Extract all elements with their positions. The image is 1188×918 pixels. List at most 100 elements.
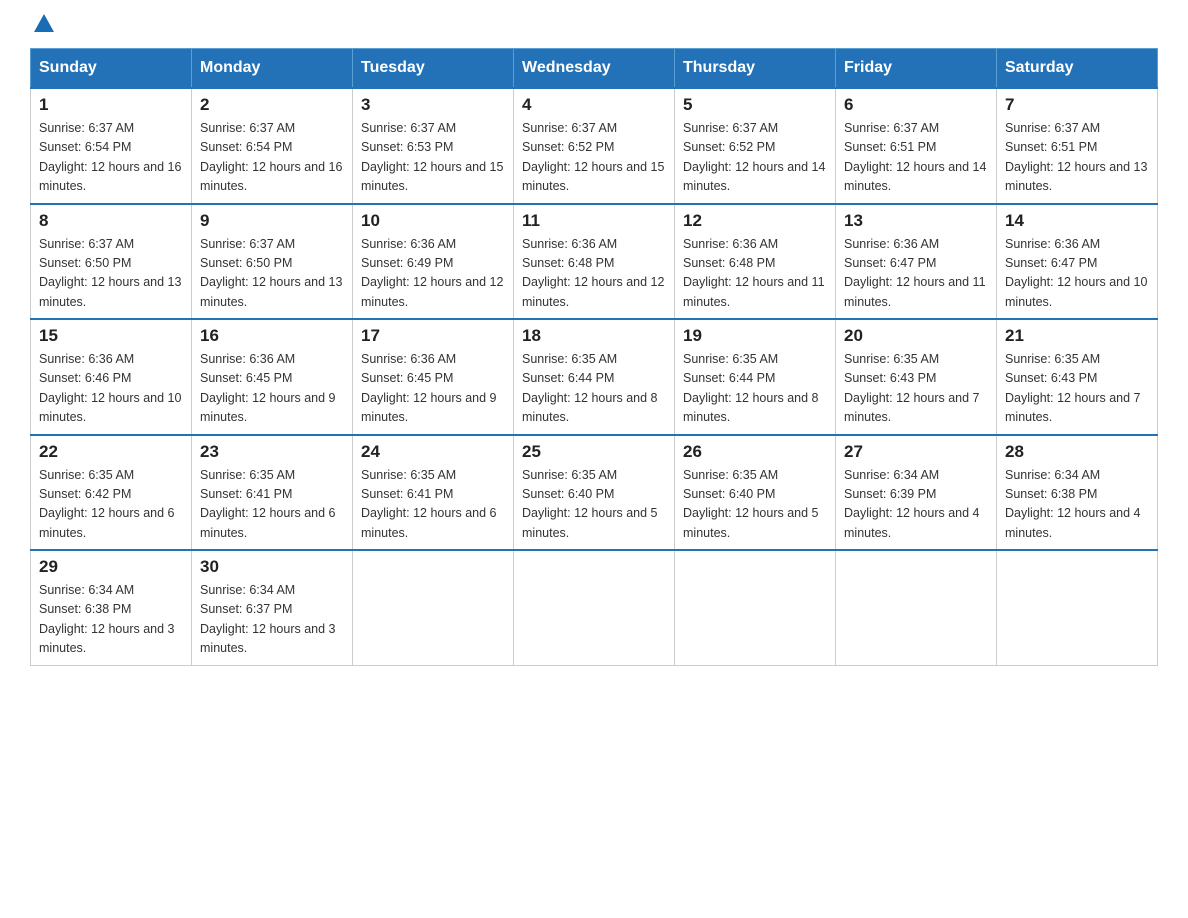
calendar-cell: 15Sunrise: 6:36 AMSunset: 6:46 PMDayligh… [31, 319, 192, 435]
calendar-week-3: 15Sunrise: 6:36 AMSunset: 6:46 PMDayligh… [31, 319, 1158, 435]
day-number: 29 [39, 557, 183, 577]
calendar-header-sunday: Sunday [31, 49, 192, 89]
calendar-week-5: 29 Sunrise: 6:34 AMSunset: 6:38 PMDayligh… [31, 550, 1158, 665]
day-info: Sunrise: 6:37 AMSunset: 6:51 PMDaylight:… [844, 119, 988, 197]
day-info: Sunrise: 6:35 AMSunset: 6:43 PMDaylight:… [1005, 350, 1149, 428]
day-number: 20 [844, 326, 988, 346]
logo-text [30, 20, 56, 32]
day-info: Sunrise: 6:34 AMSunset: 6:39 PMDaylight:… [844, 466, 988, 544]
calendar-week-2: 8 Sunrise: 6:37 AMSunset: 6:50 PMDaylight… [31, 204, 1158, 320]
day-info: Sunrise: 6:37 AMSunset: 6:54 PMDaylight:… [200, 119, 344, 197]
day-number: 11 [522, 211, 666, 231]
day-info: Sunrise: 6:36 AMSunset: 6:49 PMDaylight:… [361, 235, 505, 313]
day-info: Sunrise: 6:34 AMSunset: 6:38 PMDaylight:… [39, 581, 183, 659]
day-number: 3 [361, 95, 505, 115]
calendar-cell: 2 Sunrise: 6:37 AMSunset: 6:54 PMDaylight… [192, 88, 353, 204]
day-number: 5 [683, 95, 827, 115]
calendar-table: SundayMondayTuesdayWednesdayThursdayFrid… [30, 48, 1158, 666]
calendar-cell: 12Sunrise: 6:36 AMSunset: 6:48 PMDayligh… [675, 204, 836, 320]
day-number: 6 [844, 95, 988, 115]
day-number: 27 [844, 442, 988, 462]
calendar-cell: 20 Sunrise: 6:35 AMSunset: 6:43 PMDayligh… [836, 319, 997, 435]
calendar-cell: 18 Sunrise: 6:35 AMSunset: 6:44 PMDayligh… [514, 319, 675, 435]
day-info: Sunrise: 6:35 AMSunset: 6:44 PMDaylight:… [683, 350, 827, 428]
calendar-cell [675, 550, 836, 665]
calendar-cell: 26 Sunrise: 6:35 AMSunset: 6:40 PMDayligh… [675, 435, 836, 551]
day-number: 8 [39, 211, 183, 231]
calendar-cell: 6 Sunrise: 6:37 AMSunset: 6:51 PMDaylight… [836, 88, 997, 204]
day-info: Sunrise: 6:35 AMSunset: 6:44 PMDaylight:… [522, 350, 666, 428]
day-info: Sunrise: 6:37 AMSunset: 6:51 PMDaylight:… [1005, 119, 1149, 197]
day-number: 9 [200, 211, 344, 231]
day-number: 1 [39, 95, 183, 115]
day-number: 26 [683, 442, 827, 462]
calendar-cell: 27 Sunrise: 6:34 AMSunset: 6:39 PMDayligh… [836, 435, 997, 551]
calendar-cell: 24 Sunrise: 6:35 AMSunset: 6:41 PMDayligh… [353, 435, 514, 551]
day-info: Sunrise: 6:36 AMSunset: 6:47 PMDaylight:… [844, 235, 988, 313]
day-info: Sunrise: 6:34 AMSunset: 6:37 PMDaylight:… [200, 581, 344, 659]
day-number: 16 [200, 326, 344, 346]
day-info: Sunrise: 6:36 AMSunset: 6:45 PMDaylight:… [200, 350, 344, 428]
calendar-header-saturday: Saturday [997, 49, 1158, 89]
calendar-cell: 28Sunrise: 6:34 AMSunset: 6:38 PMDayligh… [997, 435, 1158, 551]
calendar-cell: 9 Sunrise: 6:37 AMSunset: 6:50 PMDaylight… [192, 204, 353, 320]
calendar-cell: 11Sunrise: 6:36 AMSunset: 6:48 PMDayligh… [514, 204, 675, 320]
calendar-cell: 8 Sunrise: 6:37 AMSunset: 6:50 PMDaylight… [31, 204, 192, 320]
calendar-cell: 16 Sunrise: 6:36 AMSunset: 6:45 PMDayligh… [192, 319, 353, 435]
day-number: 2 [200, 95, 344, 115]
calendar-cell: 13 Sunrise: 6:36 AMSunset: 6:47 PMDayligh… [836, 204, 997, 320]
day-info: Sunrise: 6:35 AMSunset: 6:41 PMDaylight:… [361, 466, 505, 544]
day-info: Sunrise: 6:36 AMSunset: 6:48 PMDaylight:… [683, 235, 827, 313]
calendar-cell [514, 550, 675, 665]
day-info: Sunrise: 6:36 AMSunset: 6:47 PMDaylight:… [1005, 235, 1149, 313]
calendar-header-row: SundayMondayTuesdayWednesdayThursdayFrid… [31, 49, 1158, 89]
day-number: 30 [200, 557, 344, 577]
calendar-header-thursday: Thursday [675, 49, 836, 89]
calendar-cell: 5 Sunrise: 6:37 AMSunset: 6:52 PMDaylight… [675, 88, 836, 204]
day-number: 22 [39, 442, 183, 462]
calendar-header-friday: Friday [836, 49, 997, 89]
day-number: 14 [1005, 211, 1149, 231]
day-info: Sunrise: 6:37 AMSunset: 6:52 PMDaylight:… [683, 119, 827, 197]
calendar-cell: 30 Sunrise: 6:34 AMSunset: 6:37 PMDayligh… [192, 550, 353, 665]
day-number: 18 [522, 326, 666, 346]
day-info: Sunrise: 6:36 AMSunset: 6:46 PMDaylight:… [39, 350, 183, 428]
calendar-cell: 25 Sunrise: 6:35 AMSunset: 6:40 PMDayligh… [514, 435, 675, 551]
day-info: Sunrise: 6:37 AMSunset: 6:50 PMDaylight:… [39, 235, 183, 313]
calendar-week-4: 22Sunrise: 6:35 AMSunset: 6:42 PMDayligh… [31, 435, 1158, 551]
calendar-cell: 4Sunrise: 6:37 AMSunset: 6:52 PMDaylight… [514, 88, 675, 204]
calendar-header-wednesday: Wednesday [514, 49, 675, 89]
calendar-cell [353, 550, 514, 665]
day-info: Sunrise: 6:37 AMSunset: 6:50 PMDaylight:… [200, 235, 344, 313]
day-number: 10 [361, 211, 505, 231]
day-number: 24 [361, 442, 505, 462]
day-number: 23 [200, 442, 344, 462]
day-number: 7 [1005, 95, 1149, 115]
logo [30, 20, 56, 28]
day-number: 21 [1005, 326, 1149, 346]
calendar-cell: 19 Sunrise: 6:35 AMSunset: 6:44 PMDayligh… [675, 319, 836, 435]
calendar-cell: 22Sunrise: 6:35 AMSunset: 6:42 PMDayligh… [31, 435, 192, 551]
day-info: Sunrise: 6:37 AMSunset: 6:53 PMDaylight:… [361, 119, 505, 197]
day-info: Sunrise: 6:35 AMSunset: 6:41 PMDaylight:… [200, 466, 344, 544]
calendar-cell: 3 Sunrise: 6:37 AMSunset: 6:53 PMDaylight… [353, 88, 514, 204]
calendar-cell [836, 550, 997, 665]
day-number: 19 [683, 326, 827, 346]
calendar-cell [997, 550, 1158, 665]
calendar-cell: 1Sunrise: 6:37 AMSunset: 6:54 PMDaylight… [31, 88, 192, 204]
day-info: Sunrise: 6:36 AMSunset: 6:45 PMDaylight:… [361, 350, 505, 428]
day-info: Sunrise: 6:35 AMSunset: 6:43 PMDaylight:… [844, 350, 988, 428]
page-header [30, 20, 1158, 28]
logo-triangle-icon [34, 14, 54, 32]
day-info: Sunrise: 6:35 AMSunset: 6:40 PMDaylight:… [522, 466, 666, 544]
calendar-cell: 10 Sunrise: 6:36 AMSunset: 6:49 PMDayligh… [353, 204, 514, 320]
day-info: Sunrise: 6:34 AMSunset: 6:38 PMDaylight:… [1005, 466, 1149, 544]
day-info: Sunrise: 6:35 AMSunset: 6:40 PMDaylight:… [683, 466, 827, 544]
calendar-week-1: 1 Sunrise: 6:37 AMSunset: 6:54 PMDaylight… [31, 88, 1158, 204]
day-number: 25 [522, 442, 666, 462]
calendar-cell: 14 Sunrise: 6:36 AMSunset: 6:47 PMDayligh… [997, 204, 1158, 320]
day-number: 4 [522, 95, 666, 115]
day-number: 13 [844, 211, 988, 231]
calendar-cell: 21 Sunrise: 6:35 AMSunset: 6:43 PMDayligh… [997, 319, 1158, 435]
calendar-body: 1 Sunrise: 6:37 AMSunset: 6:54 PMDaylight… [31, 88, 1158, 665]
